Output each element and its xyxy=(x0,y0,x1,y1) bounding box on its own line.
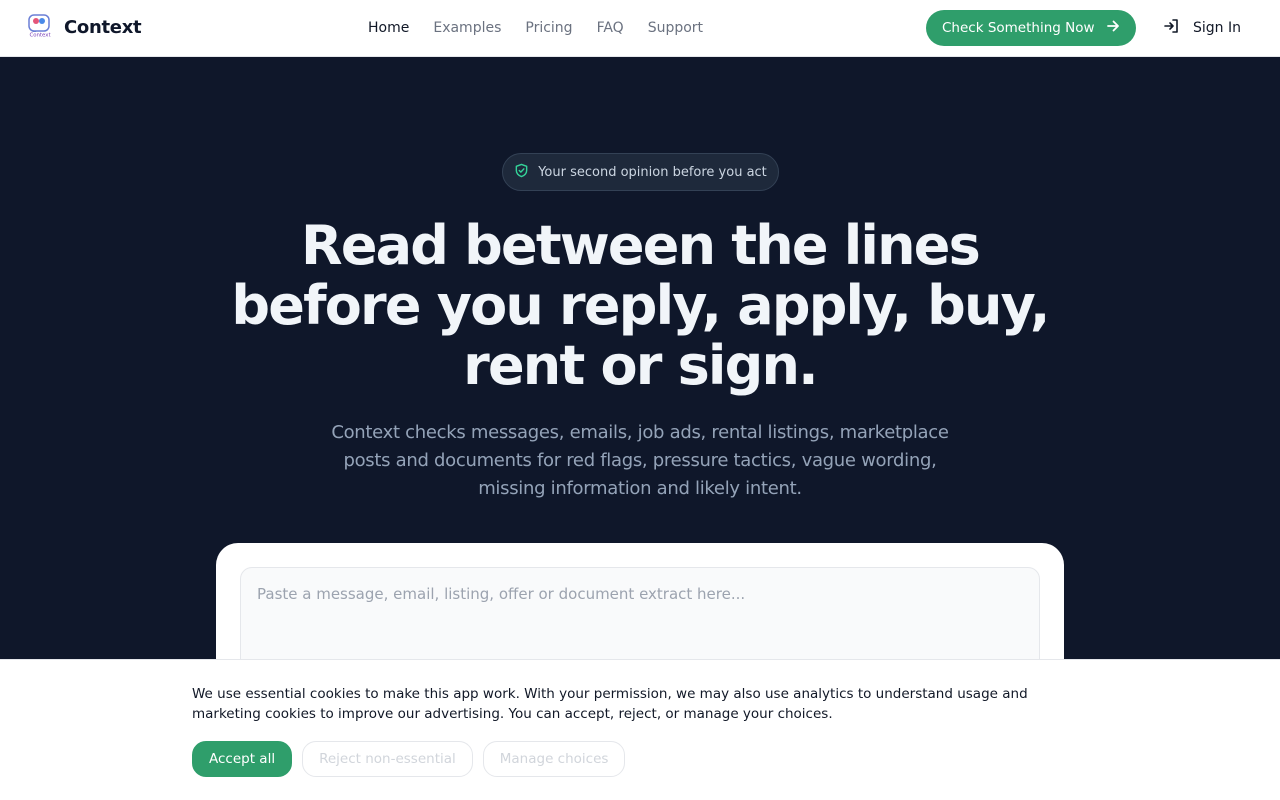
nav-examples[interactable]: Examples xyxy=(433,20,501,36)
nav-pricing[interactable]: Pricing xyxy=(525,20,572,36)
shield-check-icon xyxy=(514,163,529,182)
cookie-banner: We use essential cookies to make this ap… xyxy=(0,659,1280,800)
log-in-icon xyxy=(1163,17,1181,39)
main-nav: Home Examples Pricing FAQ Support xyxy=(368,0,703,56)
cta-label: Check Something Now xyxy=(942,20,1095,36)
nav-faq[interactable]: FAQ xyxy=(597,20,624,36)
arrow-right-icon xyxy=(1106,19,1120,37)
brand-home-link[interactable]: Context Context xyxy=(26,13,142,41)
hero-badge-text: Your second opinion before you act xyxy=(538,164,767,180)
sign-in-label: Sign In xyxy=(1193,20,1241,36)
hero-subtitle: Context checks messages, emails, job ads… xyxy=(331,422,949,499)
cookie-banner-text: We use essential cookies to make this ap… xyxy=(192,686,1028,722)
svg-text:Context: Context xyxy=(29,33,50,39)
manage-choices-button[interactable]: Manage choices xyxy=(482,741,626,777)
nav-home[interactable]: Home xyxy=(368,20,409,36)
reject-non-essential-button[interactable]: Reject non-essential xyxy=(302,741,473,777)
check-something-now-button[interactable]: Check Something Now xyxy=(926,10,1136,46)
hero-badge: Your second opinion before you act xyxy=(502,153,779,191)
nav-support[interactable]: Support xyxy=(648,20,703,36)
sign-in-link[interactable]: Sign In xyxy=(1163,17,1241,39)
accept-all-button[interactable]: Accept all xyxy=(192,741,293,777)
brand-name: Context xyxy=(64,16,142,38)
cookie-actions: Accept all Reject non-essential Manage c… xyxy=(192,741,626,777)
context-logo-icon: Context xyxy=(26,13,54,41)
hero-title: Read between the lines before you reply,… xyxy=(231,214,1050,397)
site-header: Context Context Home Examples Pricing FA… xyxy=(0,0,1280,57)
